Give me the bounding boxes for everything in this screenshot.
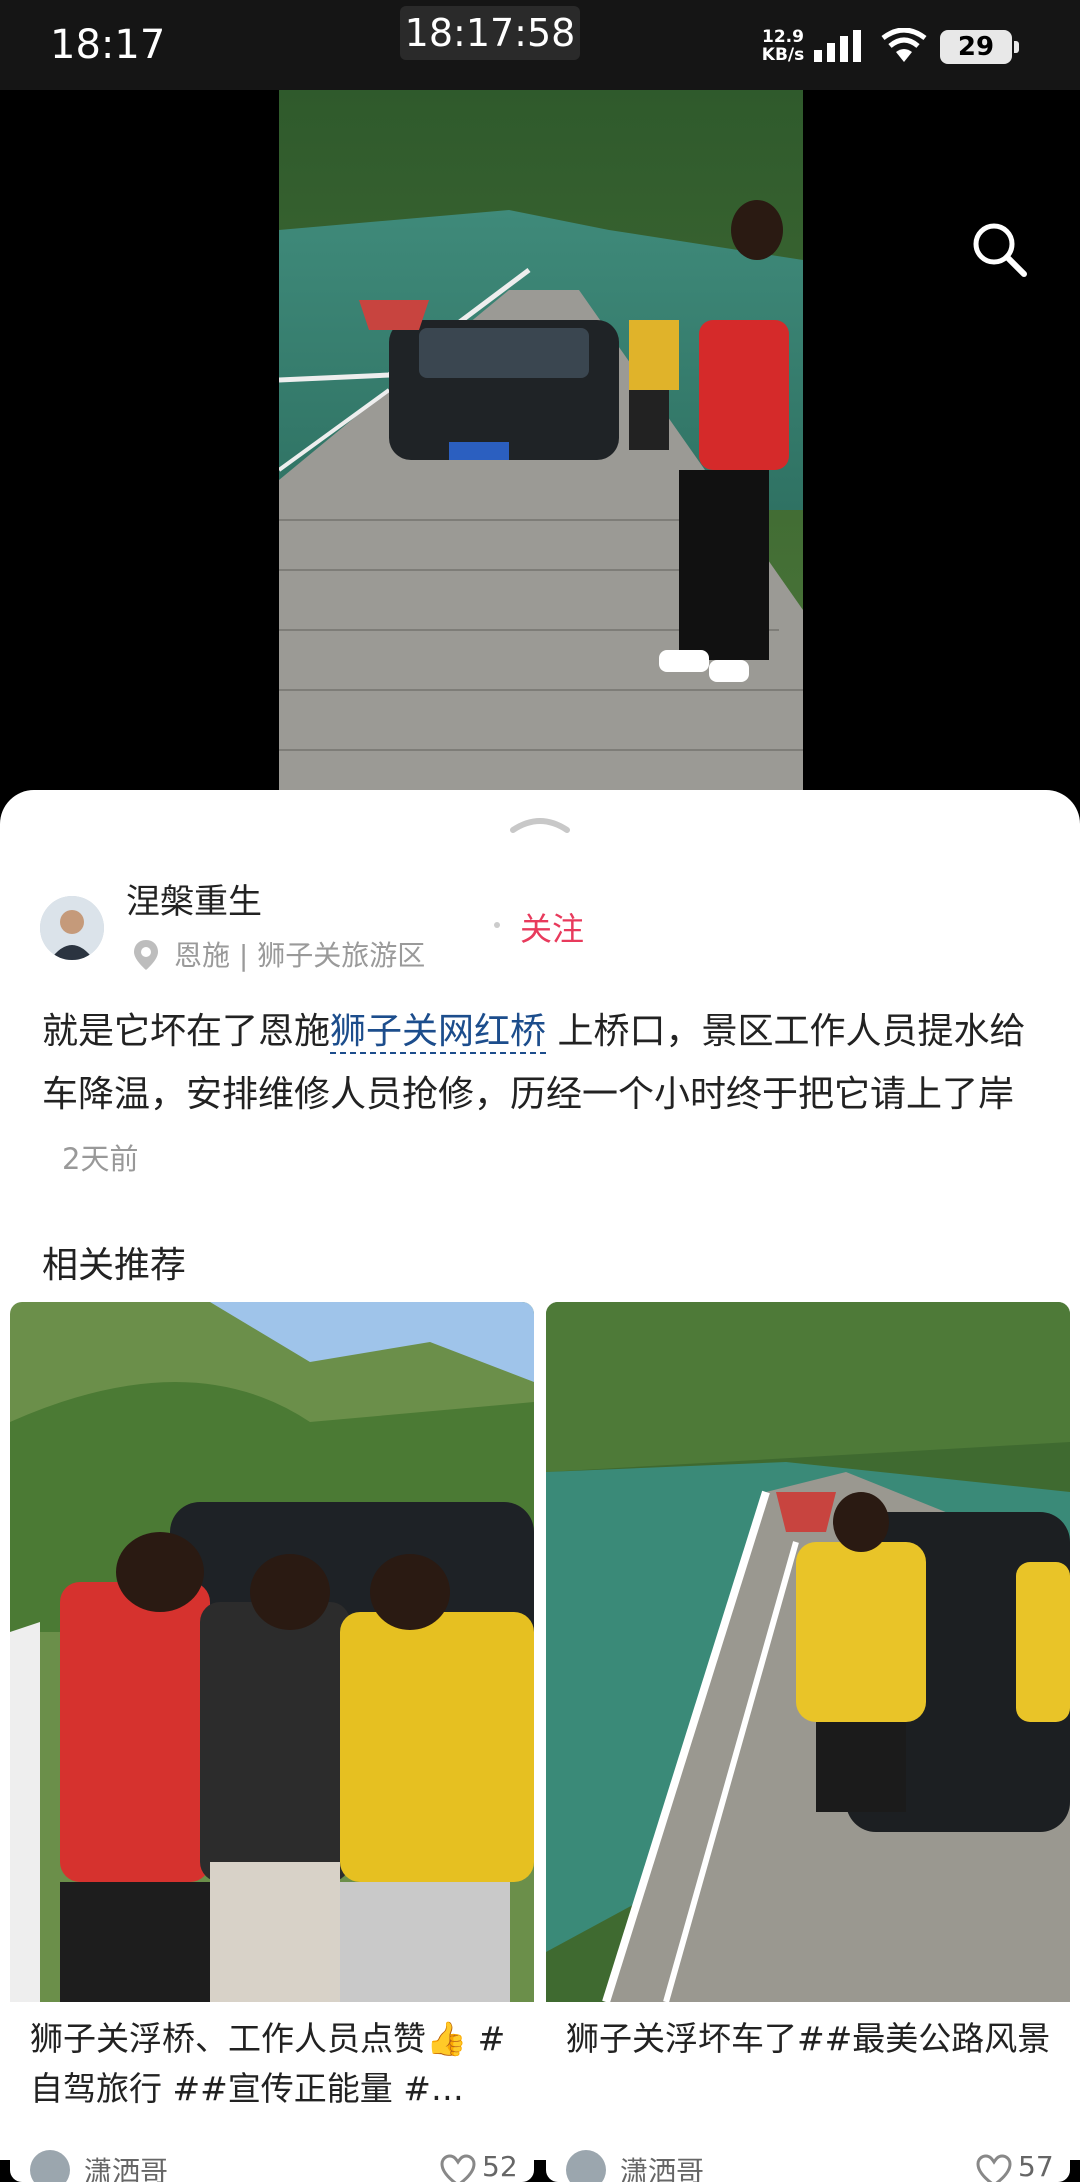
clock-overlay: 18:17:58 (400, 6, 580, 60)
description-text-before: 就是它坏在了恩施 (42, 1011, 331, 1052)
post-description: 就是它坏在了恩施狮子关网红桥 上桥口，景区工作人员提水给车降温，安排维修人员抢修… (42, 1000, 1042, 1191)
separator-dot (494, 922, 500, 928)
avatar (30, 2150, 70, 2182)
location-label[interactable]: 恩施 | 狮子关旅游区 (174, 934, 425, 974)
status-time: 18:17 (50, 22, 166, 68)
wifi-icon (881, 28, 927, 62)
card-author: 潇洒哥 57 (566, 2150, 1056, 2182)
video-frame (279, 90, 803, 810)
avatar[interactable] (40, 896, 104, 960)
card-author: 潇洒哥 52 (30, 2150, 520, 2182)
card-thumbnail (10, 1302, 534, 2002)
post-time: 2天前 (62, 1142, 139, 1176)
card-author-name: 潇洒哥 (620, 2155, 705, 2182)
author-name[interactable]: 涅槃重生 (126, 874, 262, 923)
card-author-name: 潇洒哥 (84, 2155, 169, 2182)
place-link[interactable]: 狮子关网红桥 (330, 1011, 547, 1054)
network-speed-unit: KB/s (761, 45, 805, 65)
like-count: 52 (482, 2150, 518, 2182)
search-icon[interactable] (968, 218, 1032, 282)
card-thumbnail (546, 1302, 1070, 2002)
related-card[interactable]: 狮子关浮坏车了##最美公路风景 潇洒哥 57 (546, 1302, 1070, 2182)
chevron-up-icon[interactable] (505, 810, 575, 836)
video-player[interactable] (0, 90, 1080, 810)
network-speed: 12.9 KB/s (756, 28, 810, 64)
signal-icon (814, 30, 861, 62)
heart-icon[interactable] (440, 2154, 476, 2182)
post-detail-sheet: 涅槃重生 恩施 | 狮子关旅游区 关注 就是它坏在了恩施狮子关网红桥 上桥口，景… (0, 790, 1080, 2182)
network-speed-value: 12.9 (762, 27, 804, 47)
avatar-image (40, 896, 104, 960)
card-title: 狮子关浮桥、工作人员点赞👍 #自驾旅行 ##宣传正能量 #… (30, 2019, 506, 2108)
avatar (566, 2150, 606, 2182)
battery-indicator: 29 (940, 30, 1019, 64)
related-card[interactable]: 狮子关浮桥、工作人员点赞👍 #自驾旅行 ##宣传正能量 #… 潇洒哥 52 (10, 1302, 534, 2182)
heart-icon[interactable] (976, 2154, 1012, 2182)
card-title: 狮子关浮坏车了##最美公路风景 (566, 2019, 1051, 2058)
status-bar: 18:17 18:17:58 12.9 KB/s 29 (0, 0, 1080, 90)
follow-button[interactable]: 关注 (520, 904, 584, 950)
location-pin-icon (134, 940, 158, 970)
related-section-title: 相关推荐 (42, 1245, 187, 1286)
like-count: 57 (1018, 2150, 1054, 2182)
